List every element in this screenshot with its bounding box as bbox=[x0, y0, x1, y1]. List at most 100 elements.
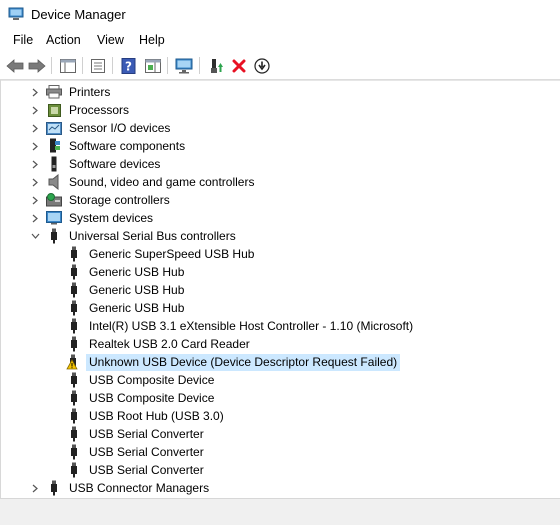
usb-icon bbox=[66, 390, 82, 406]
menu-help[interactable]: Help bbox=[138, 33, 166, 47]
tree-item-sensor-io-devices[interactable]: Sensor I/O devices bbox=[30, 119, 173, 137]
back-arrow-icon bbox=[6, 59, 24, 73]
show-action-pane-button[interactable] bbox=[143, 56, 163, 76]
menu-action[interactable]: Action bbox=[45, 33, 82, 47]
software-component-icon bbox=[46, 138, 62, 154]
tree-item-label: Generic USB Hub bbox=[89, 300, 185, 315]
uninstall-device-button[interactable] bbox=[229, 56, 249, 76]
usb-icon bbox=[66, 246, 82, 262]
tree-item-label: Software components bbox=[69, 138, 186, 153]
system-device-icon bbox=[46, 210, 62, 226]
forward-button[interactable] bbox=[27, 56, 47, 76]
usb-icon bbox=[66, 336, 82, 352]
tree-item-universal-serial-bus-controllers[interactable]: Universal Serial Bus controllers bbox=[30, 227, 239, 245]
toolbar: ? bbox=[0, 52, 560, 80]
properties-button[interactable] bbox=[88, 56, 108, 76]
processor-icon bbox=[46, 102, 62, 118]
update-driver-button[interactable] bbox=[206, 56, 226, 76]
properties-icon bbox=[91, 59, 105, 73]
usb-icon bbox=[66, 426, 82, 442]
menu-view[interactable]: View bbox=[96, 33, 125, 47]
chevron-right-icon[interactable] bbox=[30, 137, 40, 155]
toolbar-separator bbox=[167, 57, 168, 74]
usb-icon bbox=[66, 408, 82, 424]
tree-item-sound-video-game-controllers[interactable]: Sound, video and game controllers bbox=[30, 173, 257, 191]
chevron-right-icon[interactable] bbox=[30, 209, 40, 227]
tree-item-label: Unknown USB Device (Device Descriptor Re… bbox=[86, 353, 401, 371]
window-title: Device Manager bbox=[31, 7, 126, 22]
tree-item-label: Sensor I/O devices bbox=[69, 120, 171, 135]
help-button[interactable]: ? bbox=[119, 56, 139, 76]
tree-item-usb-connector-managers[interactable]: USB Connector Managers bbox=[30, 479, 212, 497]
tree-item-label: Printers bbox=[69, 84, 111, 99]
action-pane-icon bbox=[145, 59, 161, 73]
chevron-right-icon[interactable] bbox=[30, 191, 40, 209]
tree-item-storage-controllers[interactable]: Storage controllers bbox=[30, 191, 173, 209]
tree-item-label: Processors bbox=[69, 102, 130, 117]
tree-item-usb-device[interactable]: USB Serial Converter bbox=[66, 461, 207, 479]
tree-item-label: Storage controllers bbox=[69, 192, 170, 207]
disable-device-button[interactable] bbox=[252, 56, 272, 76]
usb-icon bbox=[66, 462, 82, 478]
tree-item-label: Realtek USB 2.0 Card Reader bbox=[89, 336, 250, 351]
device-manager-icon bbox=[8, 7, 24, 20]
chevron-right-icon[interactable] bbox=[30, 173, 40, 191]
tree-item-label: Universal Serial Bus controllers bbox=[69, 228, 236, 243]
tree-item-label: USB Composite Device bbox=[89, 390, 215, 405]
tree-item-usb-device[interactable]: Generic USB Hub bbox=[66, 263, 187, 281]
toolbar-separator bbox=[51, 57, 52, 74]
tree-item-usb-device[interactable]: Generic SuperSpeed USB Hub bbox=[66, 245, 257, 263]
menu-file[interactable]: File bbox=[12, 33, 34, 47]
tree-item-usb-device[interactable]: Generic USB Hub bbox=[66, 299, 187, 317]
tree-item-system-devices[interactable]: System devices bbox=[30, 209, 156, 227]
toolbar-separator bbox=[199, 57, 200, 74]
svg-text:?: ? bbox=[125, 60, 132, 74]
sensor-icon bbox=[46, 120, 62, 136]
tree-item-label: USB Serial Converter bbox=[89, 462, 204, 477]
scan-hardware-button[interactable] bbox=[174, 56, 194, 76]
tree-item-usb-device[interactable]: USB Serial Converter bbox=[66, 443, 207, 461]
usb-icon bbox=[46, 228, 62, 244]
tree-item-software-devices[interactable]: Software devices bbox=[30, 155, 163, 173]
tree-item-usb-device[interactable]: Intel(R) USB 3.1 eXtensible Host Control… bbox=[66, 317, 416, 335]
tree-item-label: USB Serial Converter bbox=[89, 444, 204, 459]
tree-item-processors[interactable]: Processors bbox=[30, 101, 132, 119]
back-button[interactable] bbox=[5, 56, 25, 76]
tree-item-printers[interactable]: Printers bbox=[30, 83, 113, 101]
toolbar-separator bbox=[112, 57, 113, 74]
tree-item-label: USB Composite Device bbox=[89, 372, 215, 387]
usb-icon bbox=[66, 282, 82, 298]
speaker-icon bbox=[46, 174, 62, 190]
tree-item-label: USB Serial Converter bbox=[89, 426, 204, 441]
forward-arrow-icon bbox=[28, 59, 46, 73]
chevron-right-icon[interactable] bbox=[30, 155, 40, 173]
warning-usb-icon bbox=[66, 354, 82, 370]
tree-item-label: Generic USB Hub bbox=[89, 282, 185, 297]
update-driver-icon bbox=[211, 59, 223, 73]
tree-item-unknown-usb-device[interactable]: Unknown USB Device (Device Descriptor Re… bbox=[66, 353, 401, 371]
tree-item-usb-device[interactable]: USB Composite Device bbox=[66, 389, 217, 407]
usb-icon bbox=[66, 318, 82, 334]
chevron-right-icon[interactable] bbox=[30, 119, 40, 137]
tree-item-usb-device[interactable]: USB Composite Device bbox=[66, 371, 217, 389]
tree-item-label: USB Root Hub (USB 3.0) bbox=[89, 408, 224, 423]
monitor-scan-icon bbox=[175, 58, 193, 74]
chevron-right-icon[interactable] bbox=[30, 101, 40, 119]
usb-icon bbox=[46, 480, 62, 496]
tree-item-usb-device[interactable]: USB Root Hub (USB 3.0) bbox=[66, 407, 227, 425]
tree-left-border bbox=[0, 80, 1, 498]
storage-controller-icon bbox=[46, 192, 62, 208]
status-bar bbox=[0, 498, 560, 525]
tree-item-label: Sound, video and game controllers bbox=[69, 174, 255, 189]
tree-item-usb-device[interactable]: Realtek USB 2.0 Card Reader bbox=[66, 335, 253, 353]
chevron-right-icon[interactable] bbox=[30, 479, 40, 497]
tree-item-usb-device[interactable]: USB Serial Converter bbox=[66, 425, 207, 443]
show-hide-console-tree-button[interactable] bbox=[58, 56, 78, 76]
tree-item-usb-device[interactable]: Generic USB Hub bbox=[66, 281, 187, 299]
usb-icon bbox=[66, 300, 82, 316]
chevron-right-icon[interactable] bbox=[30, 83, 40, 101]
chevron-down-icon[interactable] bbox=[30, 227, 40, 245]
tree-item-software-components[interactable]: Software components bbox=[30, 137, 188, 155]
tree-item-label: Software devices bbox=[69, 156, 161, 171]
tree-item-label: Generic USB Hub bbox=[89, 264, 185, 279]
